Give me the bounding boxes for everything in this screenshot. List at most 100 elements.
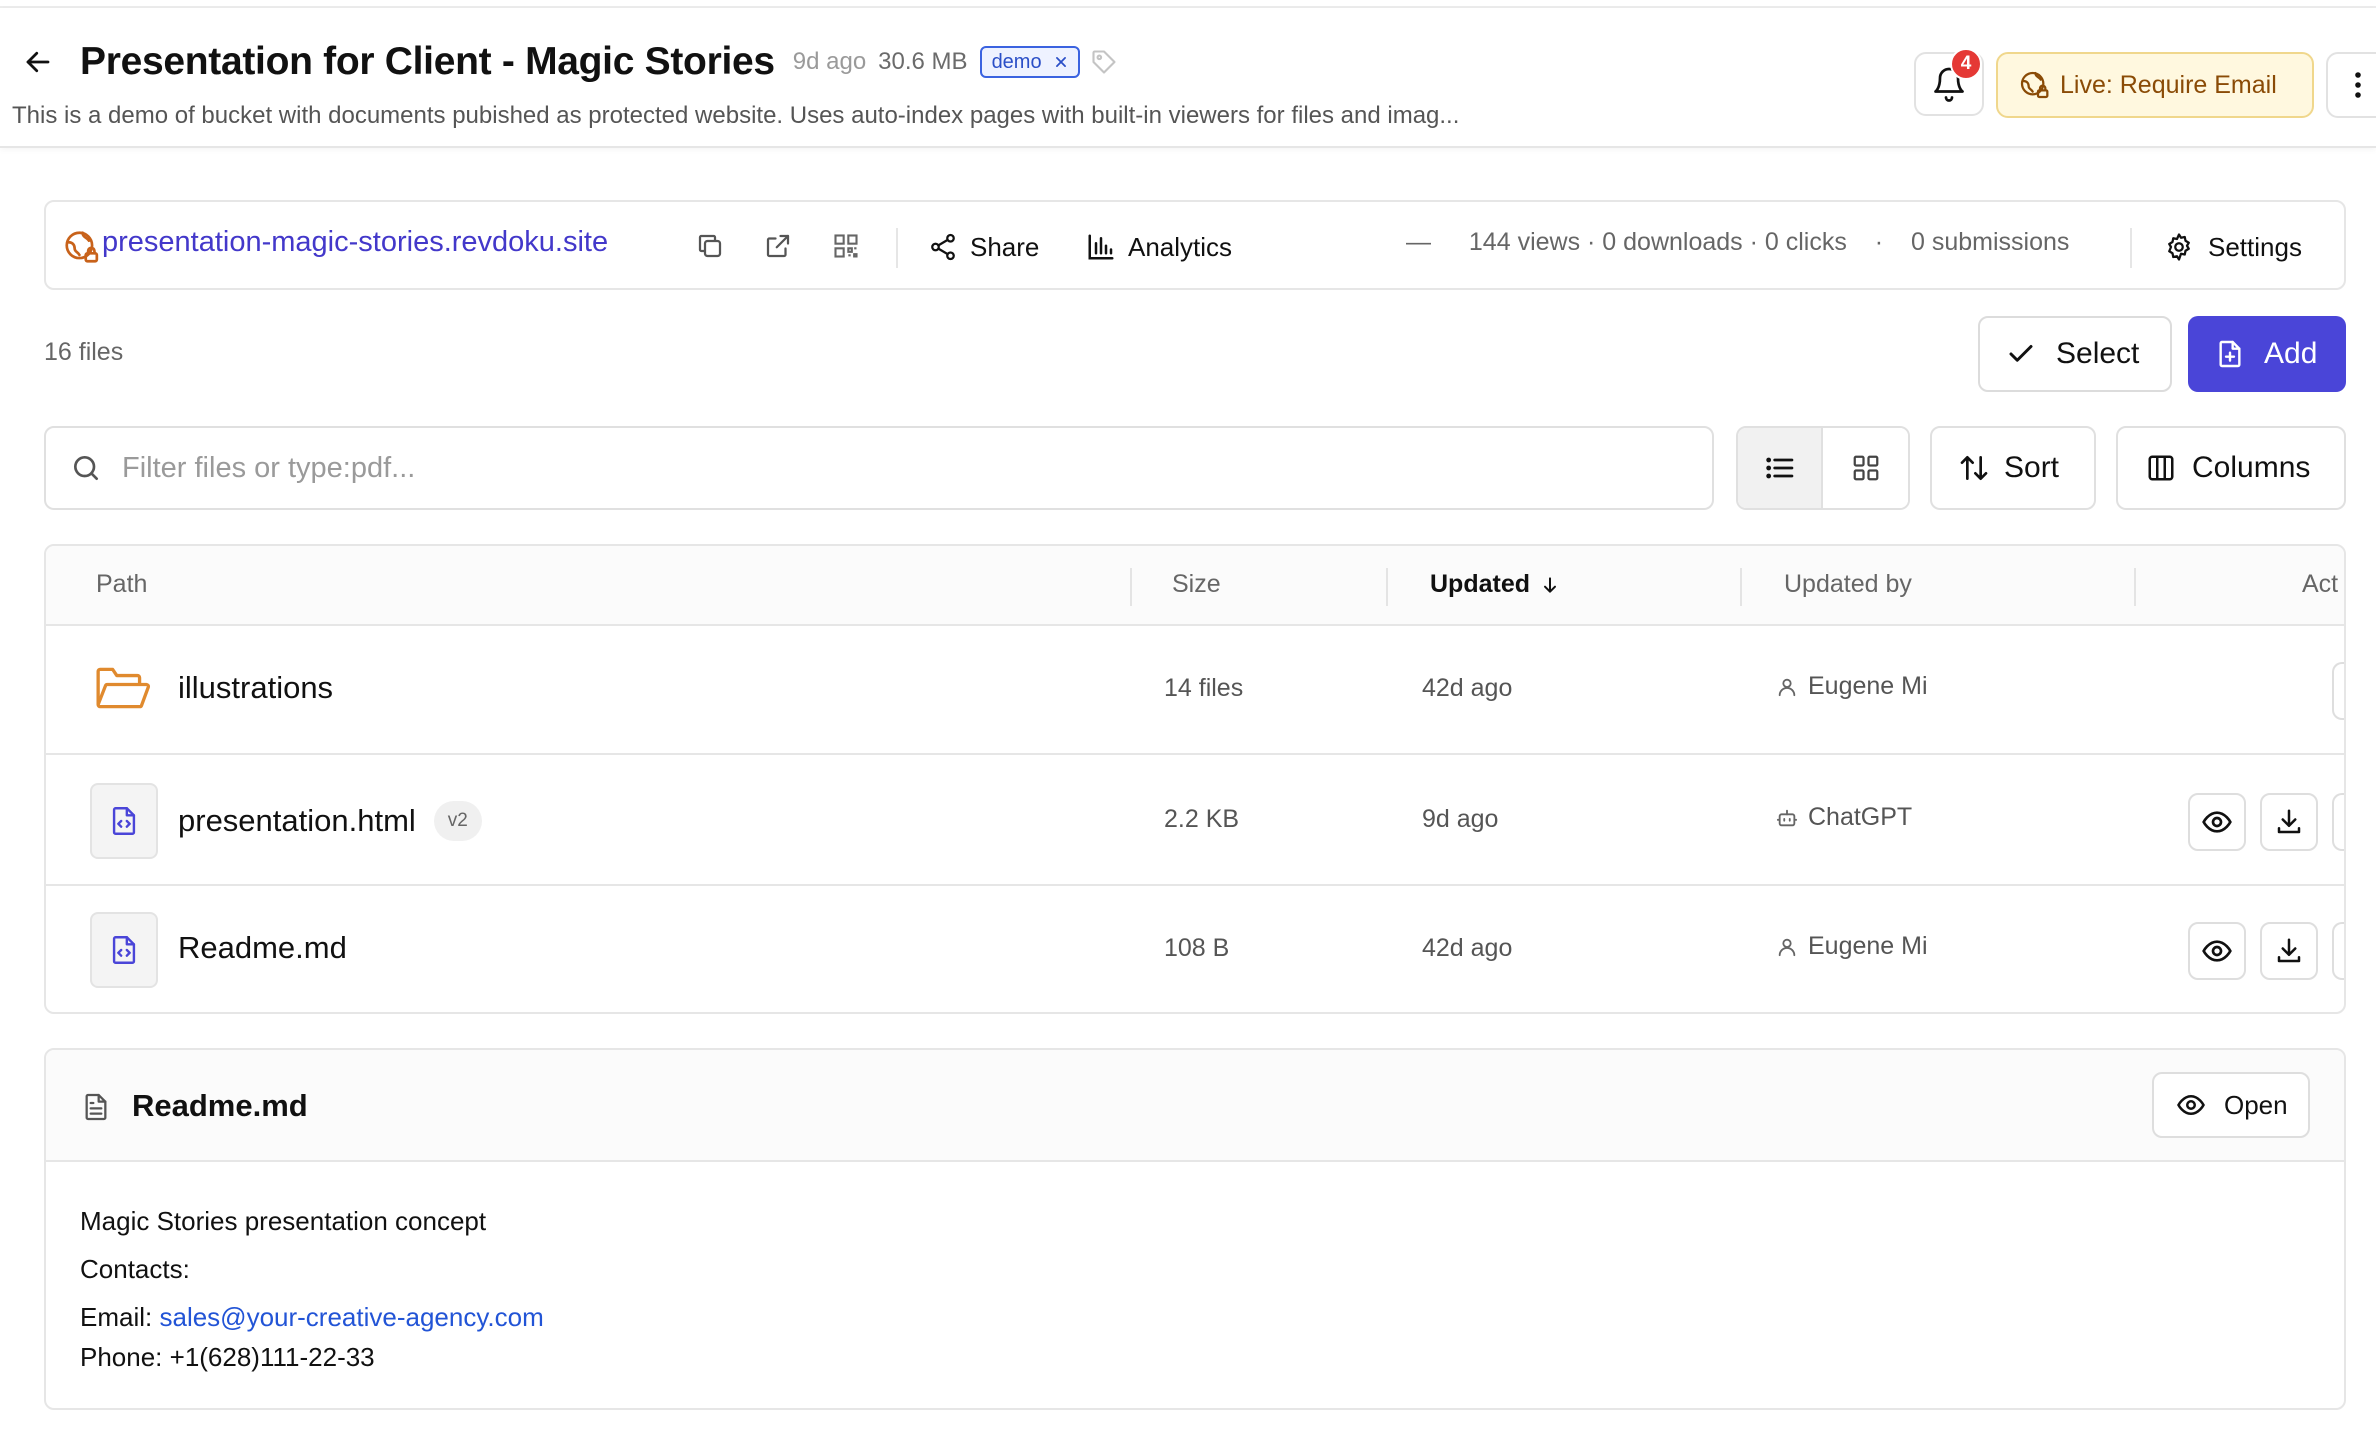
column-header-updated[interactable]: Updated xyxy=(1430,570,1560,599)
search-input[interactable] xyxy=(122,451,1622,485)
search-icon xyxy=(74,456,98,480)
site-stats: — 144 views · 0 downloads · 0 clicks · 0… xyxy=(1406,228,2069,257)
table-row[interactable]: Readme.md 108 B 42d ago Eugene Mi xyxy=(46,886,2344,1012)
preview-button[interactable] xyxy=(2188,793,2246,851)
bot-icon xyxy=(1776,809,1798,826)
arrow-left-icon xyxy=(26,51,50,73)
qr-code-icon xyxy=(834,234,858,258)
readme-header: Readme.md Open xyxy=(46,1050,2344,1162)
updated-by-name: Eugene Mi xyxy=(1808,932,1928,960)
eye-icon xyxy=(2202,940,2232,962)
updated-by: ChatGPT xyxy=(1776,803,1912,832)
columns-button[interactable]: Columns xyxy=(2116,426,2346,510)
file-table: Path Size Updated Updated by Act illustr… xyxy=(44,544,2346,1014)
file-name[interactable]: illustrations xyxy=(178,670,333,706)
close-icon[interactable] xyxy=(1054,55,1068,69)
open-button[interactable]: Open xyxy=(2152,1072,2310,1138)
list-icon xyxy=(1765,457,1793,479)
column-resize-handle[interactable] xyxy=(1386,568,1388,606)
table-row[interactable]: illustrations 14 files 42d ago Eugene Mi xyxy=(46,626,2344,755)
sort-label: Sort xyxy=(2004,451,2060,484)
copy-url-button[interactable] xyxy=(688,224,732,268)
column-resize-handle[interactable] xyxy=(2134,568,2136,606)
row-menu-button[interactable] xyxy=(2332,793,2344,851)
more-vertical-icon xyxy=(2355,72,2361,98)
download-button[interactable] xyxy=(2260,793,2318,851)
readme-paragraph: Contacts: xyxy=(80,1254,190,1284)
more-menu-button[interactable] xyxy=(2326,52,2376,118)
bar-chart-icon xyxy=(1088,234,1114,260)
qr-code-button[interactable] xyxy=(824,224,868,268)
updated-ago: 9d ago xyxy=(792,48,867,75)
file-size: 14 files xyxy=(1164,674,1244,702)
page-title: Presentation for Client - Magic Stories xyxy=(80,40,775,83)
list-view-button[interactable] xyxy=(1738,428,1824,508)
file-size: 2.2 KB xyxy=(1164,805,1240,833)
settings-label: Settings xyxy=(2208,231,2302,262)
eye-icon xyxy=(2177,1094,2205,1116)
row-menu-button[interactable] xyxy=(2332,922,2344,980)
file-name-label: illustrations xyxy=(178,670,334,705)
file-updated: 42d ago xyxy=(1422,934,1513,962)
open-site-button[interactable] xyxy=(756,224,800,268)
column-resize-handle[interactable] xyxy=(1130,568,1132,606)
tag-label: demo xyxy=(991,50,1042,73)
table-row[interactable]: presentation.html v2 2.2 KB 9d ago ChatG… xyxy=(46,757,2344,886)
bucket-size: 30.6 MB xyxy=(878,48,968,75)
download-button[interactable] xyxy=(2260,922,2318,980)
eye-icon xyxy=(2202,811,2232,833)
preview-button[interactable] xyxy=(2188,922,2246,980)
email-link[interactable]: sales@your-creative-agency.com xyxy=(159,1302,543,1332)
file-name-label: Readme.md xyxy=(178,930,347,965)
back-button[interactable] xyxy=(14,38,62,86)
readme-email-line: Email: sales@your-creative-agency.com xyxy=(80,1302,544,1333)
tag-demo[interactable]: demo xyxy=(979,46,1080,78)
file-name[interactable]: presentation.html v2 xyxy=(178,801,482,841)
notification-badge: 4 xyxy=(1950,48,1982,80)
gear-icon xyxy=(2168,233,2190,261)
file-name[interactable]: Readme.md xyxy=(178,930,347,966)
analytics-label: Analytics xyxy=(1128,231,1233,262)
divider xyxy=(896,228,898,268)
file-updated: 42d ago xyxy=(1422,674,1513,702)
live-status-button[interactable]: Live: Require Email xyxy=(1996,52,2314,118)
sort-button[interactable]: Sort xyxy=(1930,426,2096,510)
column-header-size[interactable]: Size xyxy=(1172,570,1221,599)
column-header-updated-by[interactable]: Updated by xyxy=(1784,570,1912,599)
arrow-down-icon xyxy=(1544,576,1556,593)
site-url-link[interactable]: presentation-magic-stories.revdoku.site xyxy=(102,226,608,259)
add-button[interactable]: Add xyxy=(2188,316,2346,392)
column-header-updated-label: Updated xyxy=(1430,570,1530,598)
copy-icon xyxy=(698,234,722,258)
file-count: 16 files xyxy=(44,338,124,366)
stats-views-downloads-clicks: 144 views · 0 downloads · 0 clicks xyxy=(1468,228,1847,256)
search-box[interactable] xyxy=(44,426,1714,510)
site-globe-icon xyxy=(62,228,100,266)
view-toggle xyxy=(1736,426,1910,510)
updated-by: Eugene Mi xyxy=(1776,932,1928,961)
window-top-edge xyxy=(0,0,2376,8)
settings-button[interactable]: Settings xyxy=(2164,224,2302,270)
row-menu-button[interactable] xyxy=(2332,662,2344,720)
grid-icon xyxy=(1853,455,1878,481)
analytics-button[interactable]: Analytics xyxy=(1086,224,1232,270)
column-resize-handle[interactable] xyxy=(1740,568,1742,606)
select-label: Select xyxy=(2056,337,2140,370)
select-button[interactable]: Select xyxy=(1978,316,2172,392)
stats-submissions: 0 submissions xyxy=(1911,228,2070,256)
version-badge: v2 xyxy=(433,801,482,841)
file-size: 108 B xyxy=(1164,934,1230,962)
user-icon xyxy=(1778,678,1796,696)
live-status-label: Live: Require Email xyxy=(2060,70,2277,99)
add-tag-button[interactable] xyxy=(1090,48,1118,76)
share-button[interactable]: Share xyxy=(928,224,1039,270)
readme-paragraph: Magic Stories presentation concept xyxy=(80,1206,487,1236)
columns-icon xyxy=(2148,455,2174,481)
grid-view-button[interactable] xyxy=(1823,428,1908,508)
stats-separator: · xyxy=(1874,228,1884,256)
tag-icon xyxy=(1092,50,1116,74)
updated-by: Eugene Mi xyxy=(1776,672,1928,701)
email-label: Email: xyxy=(80,1302,153,1332)
column-header-path[interactable]: Path xyxy=(96,570,147,599)
columns-label: Columns xyxy=(2192,451,2311,484)
